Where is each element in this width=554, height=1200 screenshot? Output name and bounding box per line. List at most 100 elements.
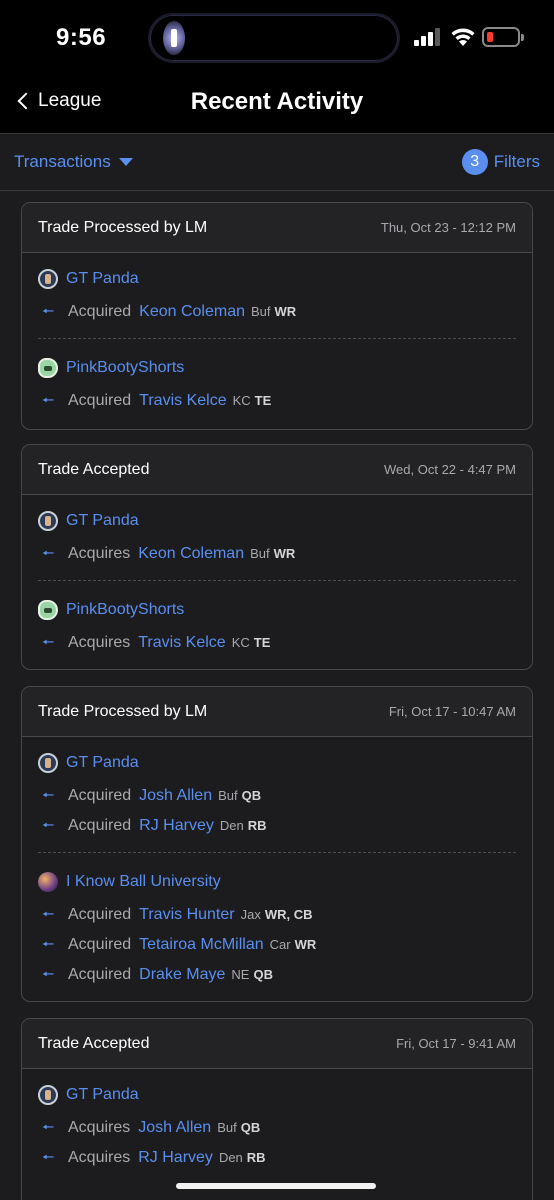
transaction-row: 🠔 Acquires RJ Harvey Den RB — [22, 1147, 532, 1171]
transaction-verb: Acquired — [68, 936, 132, 953]
player-team: Buf — [250, 546, 270, 561]
arrow-left-icon: 🠔 — [42, 1149, 55, 1165]
player-position: WR — [273, 546, 296, 561]
activity-card: Trade Accepted Wed, Oct 22 - 4:47 PM GT … — [21, 444, 533, 670]
player-link[interactable]: Keon Coleman — [138, 545, 244, 563]
team-name[interactable]: GT Panda — [66, 270, 139, 288]
player-team: Buf — [217, 1120, 237, 1135]
basketball-avatar-icon — [38, 872, 58, 892]
card-date: Fri, Oct 17 - 9:41 AM — [396, 1036, 516, 1051]
player-team: Buf — [251, 304, 271, 319]
activity-card: Trade Processed by LM Fri, Oct 17 - 10:4… — [21, 686, 533, 1002]
card-date: Fri, Oct 17 - 10:47 AM — [388, 704, 516, 719]
player-link[interactable]: Travis Kelce — [139, 392, 226, 410]
panda-avatar-icon — [38, 269, 58, 289]
team-name[interactable]: GT Panda — [66, 754, 139, 772]
player-link[interactable]: Drake Maye — [139, 966, 225, 984]
transaction-verb: Acquired — [68, 392, 132, 409]
player-link[interactable]: Tetairoa McMillan — [139, 936, 263, 954]
navigation-bar: League Recent Activity — [0, 76, 554, 134]
player-position: RB — [247, 818, 267, 833]
filter-count-badge: 3 — [461, 149, 488, 175]
team-row[interactable]: I Know Ball University — [22, 870, 532, 894]
player-team: KC — [232, 393, 251, 408]
team-row[interactable]: GT Panda — [22, 751, 532, 775]
team-row[interactable]: PinkBootyShorts — [22, 356, 532, 380]
arrow-left-icon: 🠔 — [42, 545, 55, 561]
home-indicator[interactable] — [176, 1183, 376, 1189]
transaction-row: 🠔 Acquired Tetairoa McMillan Car WR — [22, 934, 532, 958]
dynamic-island — [148, 13, 400, 63]
player-link[interactable]: Josh Allen — [139, 787, 212, 805]
transaction-verb: Acquired — [68, 817, 132, 834]
team-name[interactable]: PinkBootyShorts — [66, 601, 184, 619]
transaction-verb: Acquires — [68, 634, 131, 651]
activity-card: Trade Accepted Fri, Oct 17 - 9:41 AM GT … — [21, 1018, 533, 1200]
card-header: Trade Processed by LM Thu, Oct 23 - 12:1… — [22, 203, 532, 253]
status-bar: 9:56 — [0, 0, 554, 76]
team-name[interactable]: PinkBootyShorts — [66, 359, 184, 377]
card-header: Trade Processed by LM Fri, Oct 17 - 10:4… — [22, 687, 532, 737]
player-team: Buf — [218, 788, 238, 803]
team-row[interactable]: GT Panda — [22, 267, 532, 291]
card-header: Trade Accepted Wed, Oct 22 - 4:47 PM — [22, 445, 532, 495]
player-link[interactable]: Travis Hunter — [139, 906, 234, 924]
card-title: Trade Accepted — [38, 460, 150, 478]
arrow-left-icon: 🠔 — [42, 817, 55, 833]
flashlight-icon — [163, 21, 185, 55]
arrow-left-icon: 🠔 — [42, 303, 55, 319]
helmet-avatar-icon — [38, 358, 58, 378]
activity-card: Trade Processed by LM Thu, Oct 23 - 12:1… — [21, 202, 533, 430]
team-name[interactable]: GT Panda — [66, 512, 139, 530]
filter-bar: Transactions 3 Filters — [0, 135, 554, 191]
transactions-dropdown[interactable]: Transactions — [14, 152, 133, 172]
player-link[interactable]: RJ Harvey — [139, 817, 214, 835]
arrow-left-icon: 🠔 — [42, 392, 55, 408]
panda-avatar-icon — [38, 753, 58, 773]
player-position: QB — [241, 788, 262, 803]
player-position: RB — [246, 1150, 266, 1165]
transaction-verb: Acquired — [68, 906, 132, 923]
player-position: TE — [253, 635, 271, 650]
wifi-icon — [451, 28, 475, 46]
player-position: QB — [240, 1120, 261, 1135]
transaction-row: 🠔 Acquires Josh Allen Buf QB — [22, 1117, 532, 1141]
transaction-verb: Acquired — [68, 303, 132, 320]
player-position: QB — [253, 967, 273, 982]
status-time: 9:56 — [56, 24, 107, 51]
team-name[interactable]: GT Panda — [66, 1086, 139, 1104]
team-name[interactable]: I Know Ball University — [66, 873, 221, 891]
player-link[interactable]: Travis Kelce — [138, 634, 225, 652]
player-position: TE — [254, 393, 272, 408]
transaction-verb: Acquires — [68, 1149, 131, 1166]
transactions-label: Transactions — [14, 152, 111, 171]
player-link[interactable]: Keon Coleman — [139, 303, 245, 321]
activity-feed[interactable]: Trade Processed by LM Thu, Oct 23 - 12:1… — [0, 192, 554, 1200]
transaction-row: 🠔 Acquires Travis Kelce KC TE — [22, 632, 532, 656]
team-row[interactable]: PinkBootyShorts — [22, 598, 532, 622]
transaction-row: 🠔 Acquired Drake Maye NE QB — [22, 964, 532, 988]
card-title: Trade Accepted — [38, 1034, 150, 1052]
player-position: WR, CB — [264, 907, 313, 922]
card-title: Trade Processed by LM — [38, 702, 208, 720]
player-team: NE — [231, 967, 250, 982]
card-header: Trade Accepted Fri, Oct 17 - 9:41 AM — [22, 1019, 532, 1069]
team-row[interactable]: GT Panda — [22, 509, 532, 533]
player-team: KC — [231, 635, 250, 650]
filters-button[interactable]: 3 Filters — [461, 149, 540, 175]
transaction-row: 🠔 Acquired RJ Harvey Den RB — [22, 815, 532, 839]
card-date: Wed, Oct 22 - 4:47 PM — [384, 462, 516, 477]
transaction-verb: Acquired — [68, 787, 132, 804]
team-row[interactable]: GT Panda — [22, 1083, 532, 1107]
filters-label: Filters — [493, 152, 540, 171]
cellular-signal-icon — [414, 28, 442, 46]
transaction-verb: Acquired — [68, 966, 132, 983]
card-date: Thu, Oct 23 - 12:12 PM — [380, 220, 516, 235]
player-link[interactable]: RJ Harvey — [138, 1149, 213, 1167]
panda-avatar-icon — [38, 511, 58, 531]
page-title: Recent Activity — [190, 88, 364, 115]
arrow-left-icon: 🠔 — [42, 787, 55, 803]
battery-icon — [482, 27, 524, 47]
transaction-row: 🠔 Acquired Travis Kelce KC TE — [22, 390, 532, 414]
player-link[interactable]: Josh Allen — [138, 1119, 211, 1137]
